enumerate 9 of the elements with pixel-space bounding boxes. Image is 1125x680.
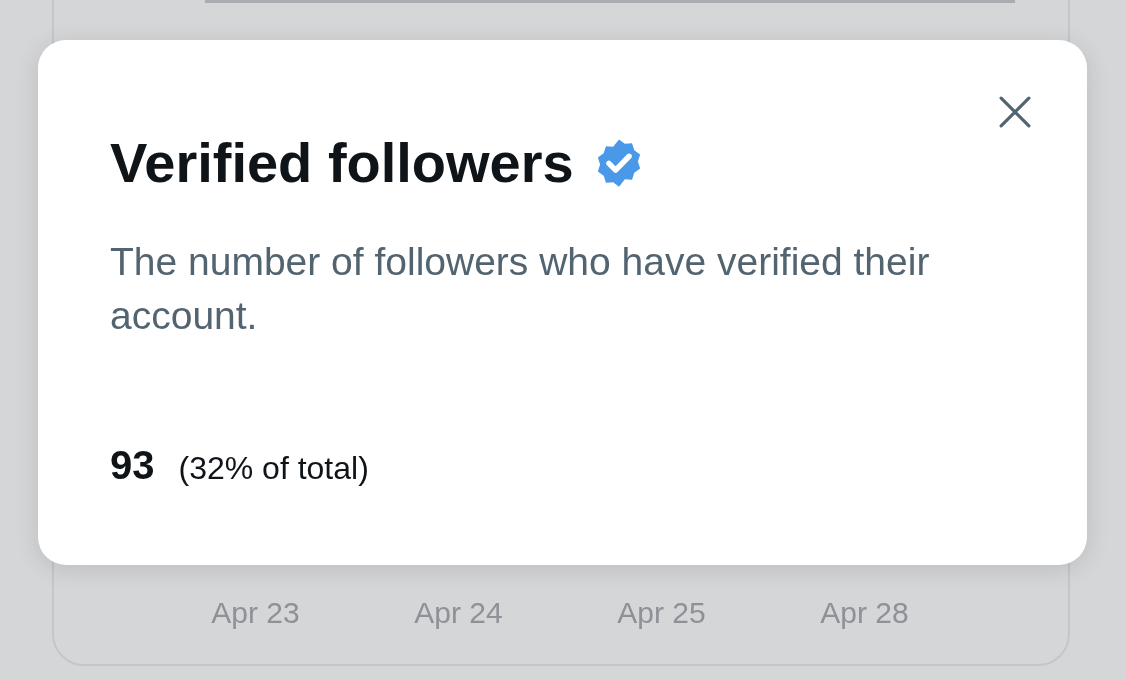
axis-label: Apr 24 <box>413 596 504 630</box>
share-of-total: (32% of total) <box>178 450 369 487</box>
axis-label: Apr 23 <box>210 596 301 630</box>
axis-label: Apr 25 <box>616 596 707 630</box>
follower-count: 93 <box>110 443 155 488</box>
dialog-description: The number of followers who have verified their account. <box>110 239 931 339</box>
axis-label: Apr 28 <box>819 596 910 630</box>
close-icon[interactable] <box>999 96 1031 128</box>
dialog-title: Verified followers <box>110 130 574 195</box>
